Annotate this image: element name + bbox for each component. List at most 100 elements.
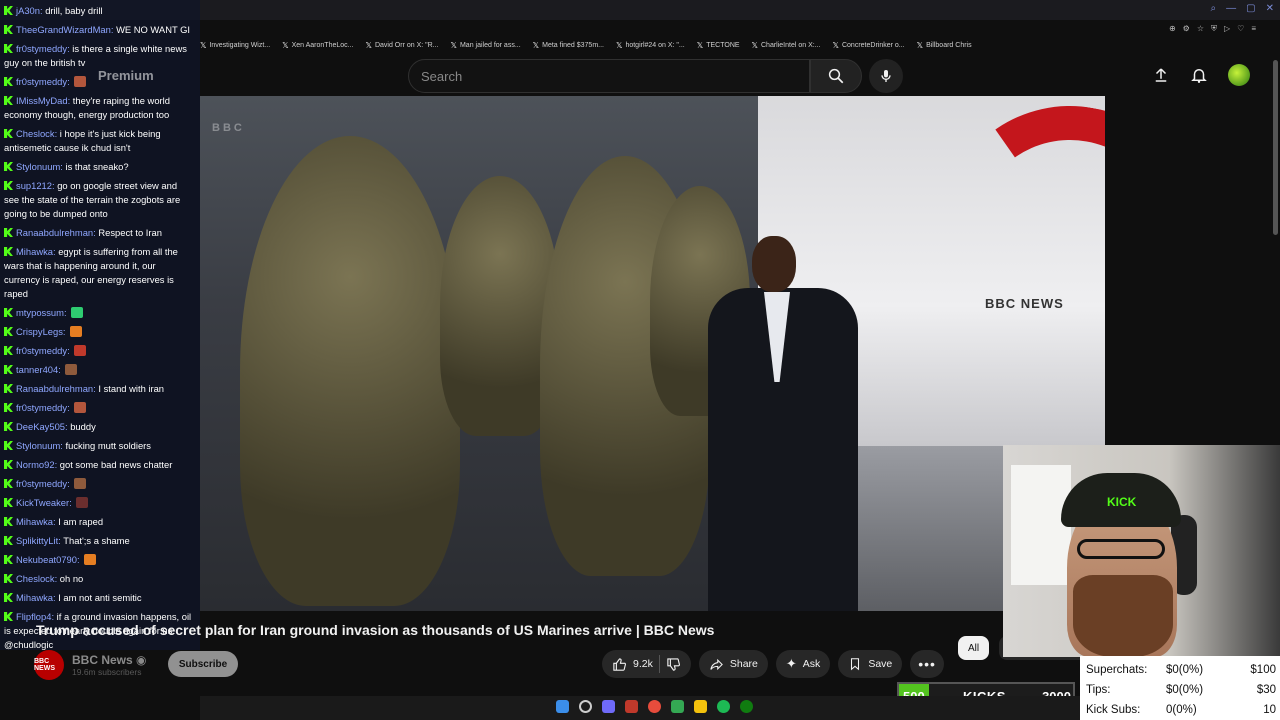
video-player[interactable]: BBC NEWS BBC xyxy=(200,96,1105,611)
chat-message: Mihawka: egypt is suffering from all the… xyxy=(4,246,178,299)
chat-username[interactable]: DeeKay505 xyxy=(16,421,65,432)
chat-username[interactable]: Ranaabdulrehman xyxy=(16,383,93,394)
chat-username[interactable]: KickTweaker xyxy=(16,497,69,508)
chat-username[interactable]: Flipflop4 xyxy=(16,611,51,622)
kick-badge-icon xyxy=(4,96,13,105)
channel-watermark: BBC xyxy=(212,122,245,134)
chat-message: fr0stymeddy: xyxy=(4,477,200,491)
bookmark-item[interactable]: 𝕏hotgirl#24 on X: "... xyxy=(616,41,685,50)
filter-chip[interactable]: All xyxy=(958,636,990,660)
kick-badge-icon xyxy=(4,612,13,621)
chat-username[interactable]: SplikittyLit xyxy=(16,535,58,546)
upload-icon[interactable] xyxy=(1152,66,1170,84)
minimize-icon[interactable]: — xyxy=(1226,3,1236,14)
search-icon[interactable]: ⌕ xyxy=(1211,3,1217,14)
share-icon xyxy=(710,658,723,670)
ask-button[interactable]: ✦ Ask xyxy=(775,650,831,678)
file-explorer-icon[interactable] xyxy=(694,700,707,713)
shield-icon[interactable]: ⛨ xyxy=(1211,24,1217,34)
bookmark-favicon-icon: 𝕏 xyxy=(450,40,457,50)
youtube-premium-logo[interactable]: Premium xyxy=(98,68,154,83)
more-actions-button[interactable]: ••• xyxy=(910,650,944,678)
save-button[interactable]: Save xyxy=(838,650,903,678)
chat-username[interactable]: Stylonuum xyxy=(16,161,60,172)
close-icon[interactable]: ✕ xyxy=(1266,3,1274,14)
bookmark-item[interactable]: 𝕏 Investigating Wizt... xyxy=(200,41,270,50)
webcam-glasses xyxy=(1077,539,1165,559)
thumbs-down-icon[interactable] xyxy=(666,657,681,672)
app-icon[interactable] xyxy=(671,700,684,713)
bookmark-item[interactable]: 𝕏 Billboard Chris xyxy=(917,41,972,50)
sparkle-icon: ✦ xyxy=(785,656,797,671)
taskbar-search-icon[interactable] xyxy=(579,700,592,713)
chat-username[interactable]: CrispyLegs xyxy=(16,326,63,337)
bookmark-favicon-icon: 𝕏 xyxy=(365,40,372,50)
chat-emote-icon xyxy=(74,402,87,413)
voice-search-button[interactable] xyxy=(869,59,903,93)
windows-start-icon[interactable] xyxy=(556,700,569,713)
like-button[interactable]: 9.2k xyxy=(612,657,653,672)
maximize-icon[interactable]: ▢ xyxy=(1246,3,1255,14)
kick-badge-icon xyxy=(4,536,13,545)
chat-username[interactable]: IMissMyDad xyxy=(16,95,68,106)
kick-badge-icon xyxy=(4,479,13,488)
heart-icon[interactable]: ♡ xyxy=(1237,24,1244,34)
chat-username[interactable]: Mihawka xyxy=(16,246,53,257)
bookmark-icon[interactable]: ☆ xyxy=(1197,24,1204,34)
chat-username[interactable]: Mihawka xyxy=(16,592,53,603)
chat-username[interactable]: fr0stymeddy xyxy=(16,478,67,489)
chat-username[interactable]: Stylonuum xyxy=(16,440,60,451)
search-button[interactable] xyxy=(810,59,862,93)
microphone-icon xyxy=(881,70,891,82)
channel-name[interactable]: BBC News ◉ xyxy=(72,653,147,667)
bookmark-item[interactable]: 𝕏 ConcreteDrinker o... xyxy=(833,41,905,50)
app-icon[interactable] xyxy=(625,700,638,713)
chat-username[interactable]: fr0stymeddy xyxy=(16,345,67,356)
spotify-icon[interactable] xyxy=(717,700,730,713)
menu-icon[interactable]: ≡ xyxy=(1251,24,1256,34)
chat-username[interactable]: Ranaabdulrehman xyxy=(16,227,93,238)
chat-username[interactable]: tanner404 xyxy=(16,364,58,375)
chat-username[interactable]: Nekubeat0790 xyxy=(16,554,77,565)
bookmark-label: Man jailed for ass... xyxy=(459,41,521,49)
chat-username[interactable]: Mihawka xyxy=(16,516,53,527)
page-scrollbar[interactable] xyxy=(1273,60,1278,235)
chat-username[interactable]: sup1212 xyxy=(16,180,52,191)
kick-badge-icon xyxy=(4,384,13,393)
chat-message: CrispyLegs: xyxy=(4,325,200,339)
bookmark-item[interactable]: 𝕏 CharlieIntel on X:... xyxy=(752,41,821,50)
chat-username[interactable]: Normo92 xyxy=(16,459,55,470)
kick-badge-icon xyxy=(4,77,13,86)
chat-username[interactable]: Cheslock xyxy=(16,128,55,139)
chat-username[interactable]: fr0stymeddy xyxy=(16,43,67,54)
chat-username[interactable]: fr0stymeddy xyxy=(16,402,67,413)
share-button[interactable]: Share xyxy=(698,650,768,678)
chat-username[interactable]: Cheslock xyxy=(16,573,55,584)
chat-username[interactable]: jA30n xyxy=(16,5,40,16)
xbox-icon[interactable] xyxy=(740,700,753,713)
browser-icon[interactable] xyxy=(648,700,661,713)
bookmark-item[interactable]: 𝕏 David Orr on X: "R... xyxy=(366,41,439,50)
bookmark-label: ConcreteDrinker o... xyxy=(841,41,905,49)
bookmark-item[interactable]: 𝕏 Man jailed for ass... xyxy=(451,41,521,50)
zoom-icon[interactable]: ⊕ xyxy=(1169,24,1176,34)
bookmark-item[interactable]: 𝕏 Meta fined $375m... xyxy=(533,41,604,50)
chat-username[interactable]: TheeGrandWizardMan xyxy=(16,24,111,35)
kick-badge-icon xyxy=(4,498,13,507)
chat-username[interactable]: fr0stymeddy xyxy=(16,76,67,87)
bookmark-item[interactable]: 𝕏 Xen AaronTheLoc... xyxy=(282,41,353,50)
chat-username[interactable]: mtypossum xyxy=(16,307,64,318)
bookmark-favicon-icon: 𝕏 xyxy=(751,40,758,50)
settings-icon[interactable]: ⚙ xyxy=(1183,24,1190,34)
channel-avatar[interactable]: BBC NEWS xyxy=(34,650,64,680)
notifications-bell-icon[interactable] xyxy=(1190,66,1208,84)
discord-icon[interactable] xyxy=(602,700,615,713)
account-avatar[interactable] xyxy=(1228,64,1250,86)
youtube-header: Search xyxy=(200,56,1280,96)
bookmark-item[interactable]: 𝕏 TECTONE xyxy=(697,41,740,50)
chat-message: DeeKay505: buddy xyxy=(4,420,200,434)
play-icon[interactable]: ▷ xyxy=(1224,24,1230,34)
subscribe-button[interactable]: Subscribe xyxy=(168,651,238,677)
search-input[interactable]: Search xyxy=(408,59,810,93)
studio-logo: BBC NEWS xyxy=(985,296,1064,311)
